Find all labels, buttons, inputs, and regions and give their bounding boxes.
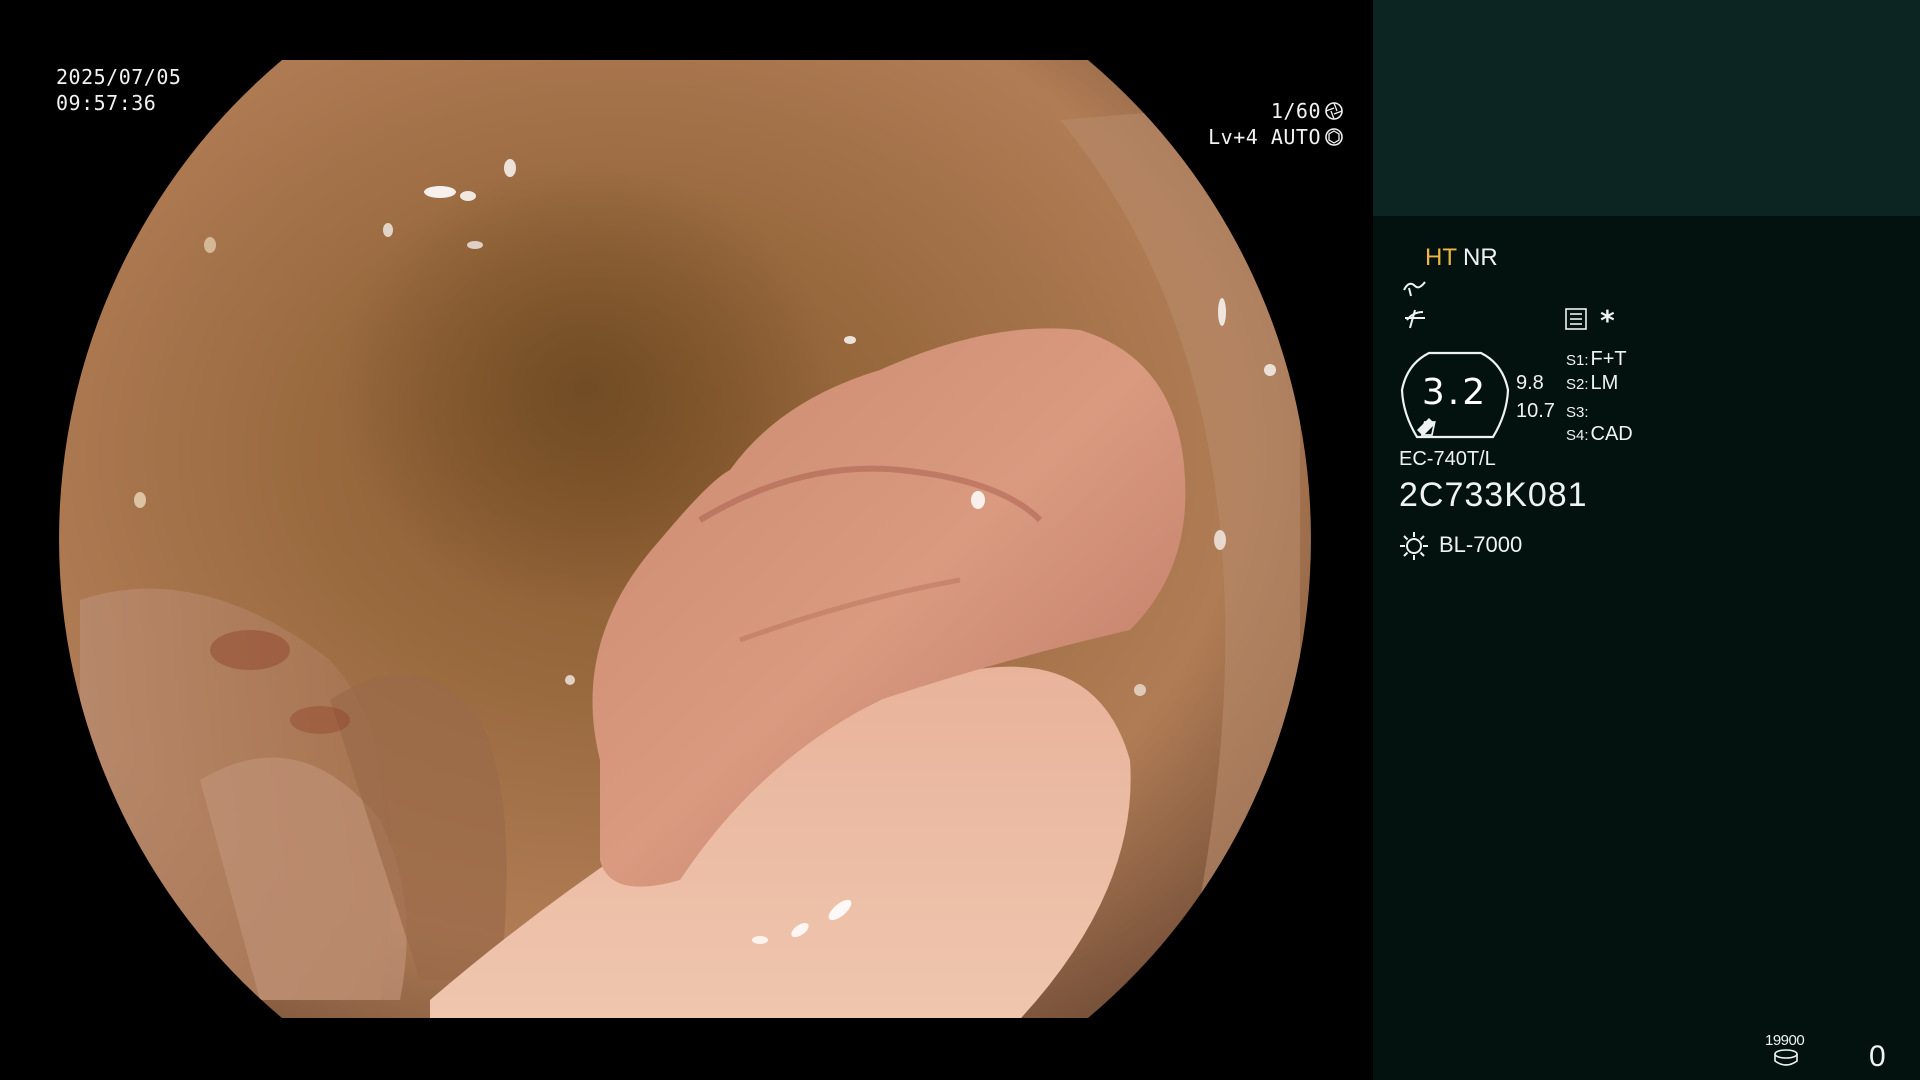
shutter-icon <box>1325 102 1343 120</box>
level-text: Lv+4 AUTO <box>1208 125 1321 149</box>
switch-row-s1: S1: F+T <box>1566 348 1627 371</box>
zoom-sub-value-1: 9.8 <box>1516 372 1544 394</box>
light-source-label: BL-7000 <box>1439 532 1523 557</box>
date-text: 2025/07/05 <box>56 65 182 89</box>
zoom-indicator: 3.2 <box>1399 350 1511 442</box>
star-marker: * <box>1599 304 1616 337</box>
zoom-value: 3.2 <box>1421 372 1489 413</box>
info-panel: HT NR * 3.2 9.8 10.7 S1: F+T S2: LM S3: S4… <box>1373 0 1920 1080</box>
shutter-text: 1/60 <box>1270 99 1321 123</box>
zoom-sub-value-2: 10.7 <box>1516 400 1555 422</box>
switch-key: S1: <box>1566 352 1589 369</box>
endoscope-viewport: 2025/07/05 09:57:36 1/60 Lv+4 AUTO <box>0 0 1373 1080</box>
scope-model: EC-740T/L <box>1399 448 1496 470</box>
exposure-info: 1/60 Lv+4 AUTO <box>1208 98 1345 150</box>
enhance-icon <box>1403 281 1426 297</box>
light-source-icon <box>1400 532 1428 560</box>
timestamp: 2025/07/05 09:57:36 <box>56 64 181 116</box>
switch-key: S4: <box>1566 427 1589 444</box>
switch-value: CAD <box>1590 423 1633 445</box>
disk-icon <box>1774 1049 1798 1066</box>
switch-key: S3: <box>1566 404 1589 421</box>
mode-nr-label: NR <box>1463 244 1498 271</box>
menu-icon <box>1565 308 1587 330</box>
switch-row-s3: S3: <box>1566 400 1591 423</box>
scope-serial: 2C733K081 <box>1399 476 1588 514</box>
endoscopic-image <box>59 60 1311 1018</box>
color-icon <box>1405 309 1425 329</box>
switch-value: F+T <box>1590 348 1627 370</box>
time-text: 09:57:36 <box>56 91 157 115</box>
switch-row-s2: S2: LM <box>1566 372 1618 395</box>
panel-header-area <box>1373 0 1920 216</box>
switch-key: S2: <box>1566 376 1589 393</box>
mode-ht-label: HT <box>1425 244 1457 271</box>
switch-value: LM <box>1590 372 1619 394</box>
counter-value: 0 <box>1869 1040 1886 1073</box>
iris-icon <box>1325 128 1343 146</box>
switch-row-s4: S4: CAD <box>1566 423 1633 446</box>
counter-label: 19900 <box>1765 1032 1805 1049</box>
